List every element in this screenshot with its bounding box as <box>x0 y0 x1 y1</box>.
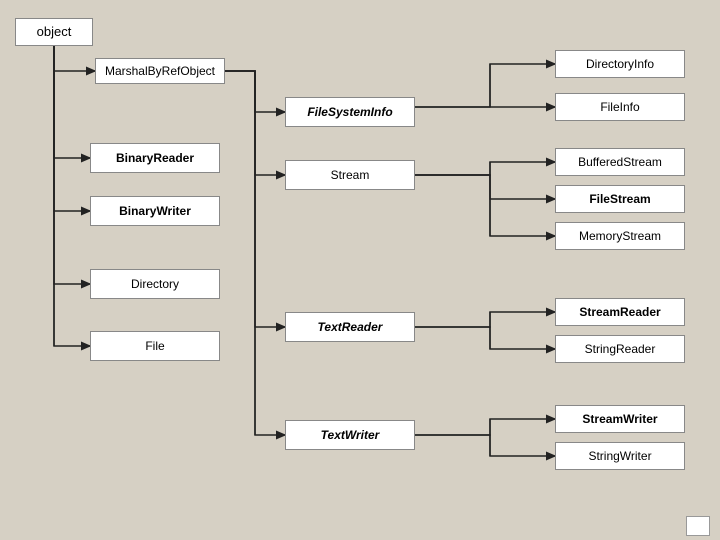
box-memorystream: MemoryStream <box>555 222 685 250</box>
box-filestream: FileStream <box>555 185 685 213</box>
box-bufferedstream: BufferedStream <box>555 148 685 176</box>
box-streamreader: StreamReader <box>555 298 685 326</box>
box-stream: Stream <box>285 160 415 190</box>
box-directory: Directory <box>90 269 220 299</box>
box-stringreader: StringReader <box>555 335 685 363</box>
box-filesysteminfo: FileSystemInfo <box>285 97 415 127</box>
box-textwriter: TextWriter <box>285 420 415 450</box>
box-stringwriter: StringWriter <box>555 442 685 470</box>
box-streamwriter: StreamWriter <box>555 405 685 433</box>
box-textreader: TextReader <box>285 312 415 342</box>
box-fileinfo: FileInfo <box>555 93 685 121</box>
box-object: object <box>15 18 93 46</box>
box-directoryinfo: DirectoryInfo <box>555 50 685 78</box>
box-file: File <box>90 331 220 361</box>
box-binarywriter: BinaryWriter <box>90 196 220 226</box>
box-binaryreader: BinaryReader <box>90 143 220 173</box>
page-number <box>686 516 710 536</box>
box-marshalbyref: MarshalByRefObject <box>95 58 225 84</box>
